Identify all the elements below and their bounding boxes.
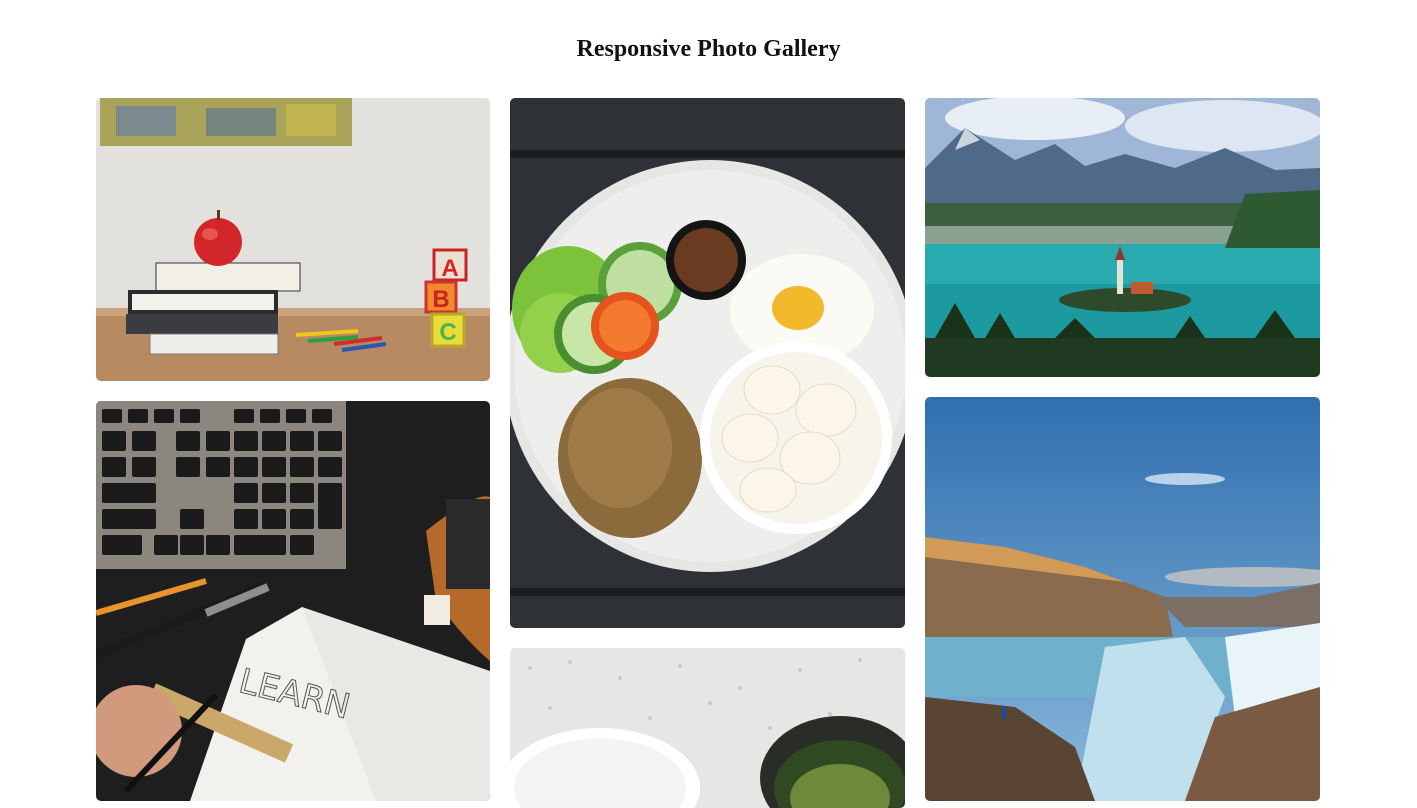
lake-image	[925, 98, 1320, 377]
svg-text:B: B	[432, 286, 449, 313]
gallery-photo-bowls[interactable]	[510, 648, 905, 808]
gallery-photo-lake[interactable]	[925, 98, 1320, 377]
keyboard-notebook-image: LEARN	[96, 401, 490, 801]
apple-books-image: A B C	[96, 98, 490, 381]
gallery-photo-apple-books[interactable]: A B C	[96, 98, 490, 381]
svg-text:A: A	[441, 255, 458, 282]
gallery-photo-food-plate[interactable]	[510, 98, 905, 628]
bowls-image	[510, 648, 905, 808]
page-title: Responsive Photo Gallery	[576, 36, 841, 62]
gallery-photo-waterfall[interactable]	[925, 397, 1320, 801]
waterfall-image	[925, 397, 1320, 801]
gallery-photo-keyboard-notebook[interactable]: LEARN	[96, 401, 490, 801]
svg-text:C: C	[439, 319, 456, 346]
food-plate-image	[510, 98, 905, 628]
